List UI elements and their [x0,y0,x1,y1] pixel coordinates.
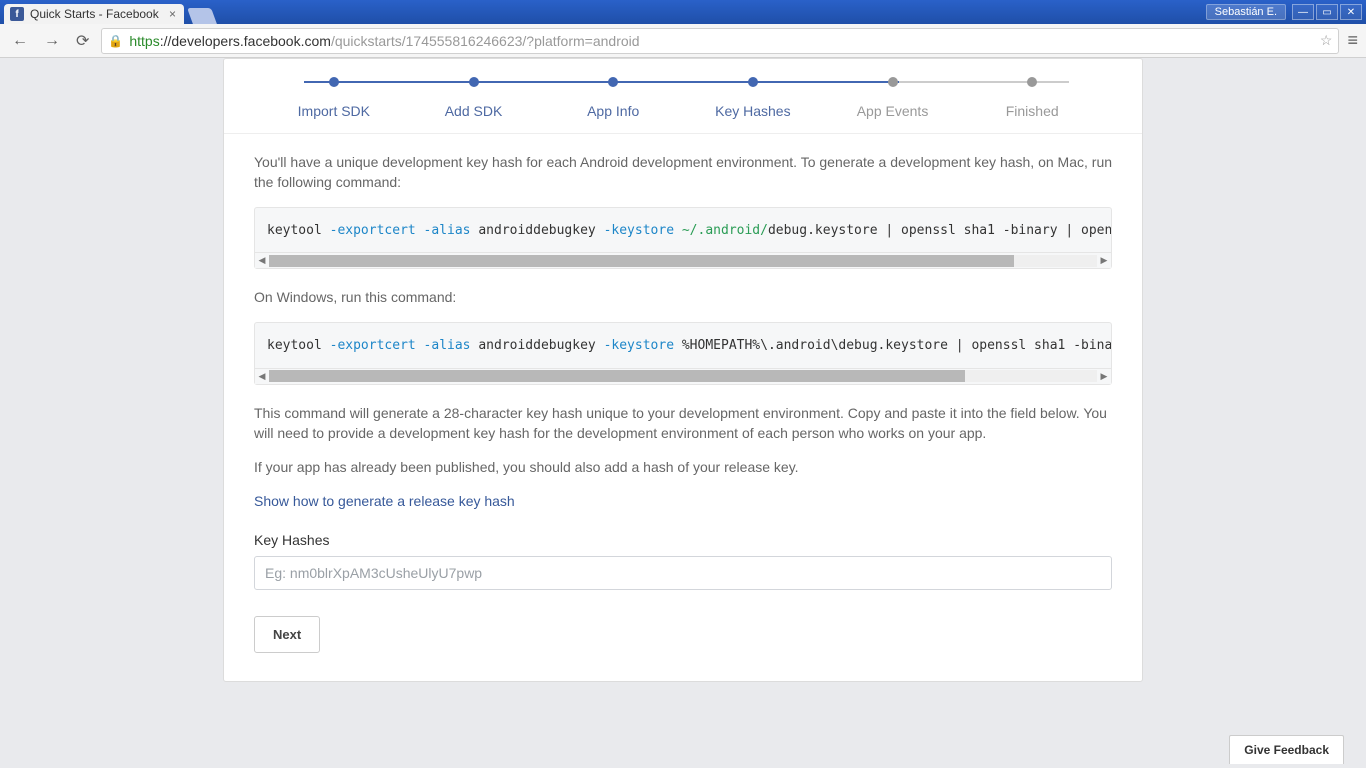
forward-button[interactable]: → [40,32,64,50]
key-hashes-input[interactable] [254,556,1112,590]
step-key-hashes[interactable]: Key Hashes [683,77,823,119]
step-finished[interactable]: Finished [962,77,1102,119]
give-feedback-button[interactable]: Give Feedback [1229,735,1344,764]
explain-text: This command will generate a 28-characte… [254,403,1112,444]
windows-command-box: keytool -exportcert -alias androiddebugk… [254,322,1112,385]
reload-button[interactable]: ⟳ [72,31,93,51]
windows-command-text: keytool -exportcert -alias androiddebugk… [255,323,1111,368]
next-button[interactable]: Next [254,616,320,653]
horizontal-scrollbar[interactable]: ◀ ▶ [255,368,1111,384]
step-label: Add SDK [445,103,503,119]
step-label: Import SDK [298,103,370,119]
facebook-favicon: f [10,7,24,21]
step-import-sdk[interactable]: Import SDK [264,77,404,119]
windows-label: On Windows, run this command: [254,287,1112,307]
page-viewport[interactable]: Import SDK Add SDK App Info Key Hashes A… [0,58,1366,768]
new-tab-button[interactable] [187,8,217,24]
step-dot-icon [1027,77,1037,87]
step-add-sdk[interactable]: Add SDK [404,77,544,119]
intro-text: You'll have a unique development key has… [254,152,1112,193]
scroll-right-arrow-icon[interactable]: ▶ [1097,254,1111,267]
mac-command-text: keytool -exportcert -alias androiddebugk… [255,208,1111,253]
step-dot-icon [329,77,339,87]
browser-toolbar: ← → ⟳ 🔒 https://developers.facebook.com/… [0,24,1366,58]
browser-tab[interactable]: f Quick Starts - Facebook × [4,4,184,24]
scroll-left-arrow-icon[interactable]: ◀ [255,370,269,383]
url-path: /quickstarts/174555816246623/?platform=a… [331,33,640,49]
maximize-button[interactable]: ▭ [1316,4,1338,20]
step-dot-icon [469,77,479,87]
lock-icon: 🔒 [108,34,123,48]
address-bar[interactable]: 🔒 https://developers.facebook.com/quicks… [101,28,1339,54]
horizontal-scrollbar[interactable]: ◀ ▶ [255,252,1111,268]
release-key-link[interactable]: Show how to generate a release key hash [254,493,515,509]
close-tab-icon[interactable]: × [169,7,176,21]
window-controls: — ▭ ✕ [1292,4,1362,20]
scroll-left-arrow-icon[interactable]: ◀ [255,254,269,267]
back-button[interactable]: ← [8,32,32,50]
mac-command-box: keytool -exportcert -alias androiddebugk… [254,207,1112,270]
close-window-button[interactable]: ✕ [1340,4,1362,20]
quickstart-card: Import SDK Add SDK App Info Key Hashes A… [223,58,1143,682]
step-label: App Events [857,103,929,119]
published-note: If your app has already been published, … [254,457,1112,477]
browser-titlebar: f Quick Starts - Facebook × Sebastián E.… [0,0,1366,24]
step-label: App Info [587,103,639,119]
step-dot-icon [608,77,618,87]
step-app-events[interactable]: App Events [823,77,963,119]
step-app-info[interactable]: App Info [543,77,683,119]
tab-strip: f Quick Starts - Facebook × [4,0,214,24]
scroll-right-arrow-icon[interactable]: ▶ [1097,370,1111,383]
tab-title: Quick Starts - Facebook [30,7,159,21]
key-hashes-label: Key Hashes [254,530,1112,550]
step-label: Key Hashes [715,103,790,119]
url-host: ://developers.facebook.com [160,33,331,49]
step-label: Finished [1006,103,1059,119]
bookmark-star-icon[interactable]: ☆ [1320,32,1333,49]
content-area: You'll have a unique development key has… [224,134,1142,681]
stepper: Import SDK Add SDK App Info Key Hashes A… [224,59,1142,134]
url-scheme: https [129,33,159,49]
minimize-button[interactable]: — [1292,4,1314,20]
hamburger-menu-icon[interactable]: ≡ [1347,30,1358,51]
step-dot-icon [888,77,898,87]
profile-badge[interactable]: Sebastián E. [1206,4,1286,20]
step-dot-icon [748,77,758,87]
